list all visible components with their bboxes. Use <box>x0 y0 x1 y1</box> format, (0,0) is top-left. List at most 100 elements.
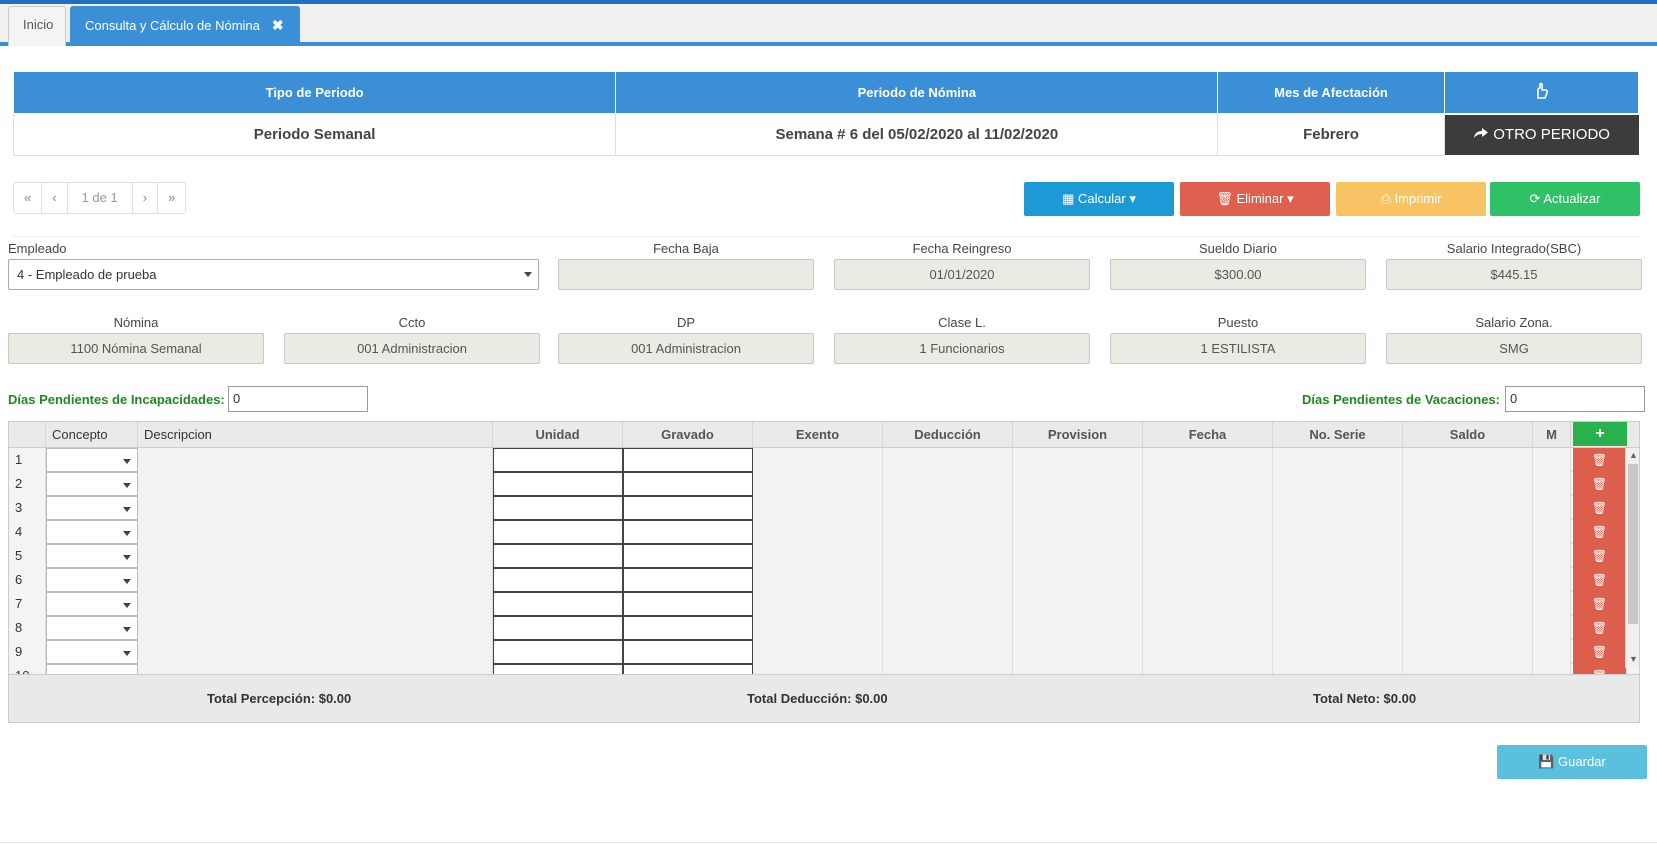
next-page-button[interactable]: › <box>133 183 159 213</box>
refresh-icon: ⟳ <box>1529 191 1541 206</box>
incapacidades-input[interactable]: 0 <box>228 386 368 412</box>
caret-down-icon <box>123 483 131 488</box>
vacaciones-label: Días Pendientes de Vacaciones: <box>1302 392 1500 407</box>
otro-periodo-button[interactable]: OTRO PERIODO <box>1444 114 1639 155</box>
caret-down-icon <box>123 459 131 464</box>
empleado-select[interactable]: 4 - Empleado de prueba <box>8 259 539 290</box>
guardar-button[interactable]: 💾 Guardar <box>1497 745 1647 779</box>
gravado-input[interactable] <box>623 616 753 640</box>
concepto-select[interactable] <box>46 448 138 472</box>
deduccion-cell <box>883 616 1013 640</box>
gravado-input[interactable] <box>623 472 753 496</box>
delete-row-button[interactable]: 🗑 <box>1573 472 1627 496</box>
scroll-thumb[interactable] <box>1628 464 1638 624</box>
delete-row-button[interactable]: 🗑 <box>1573 520 1627 544</box>
first-page-button[interactable]: « <box>14 183 43 213</box>
vacaciones-input[interactable]: 0 <box>1505 386 1645 412</box>
add-row-button[interactable]: + <box>1573 422 1627 446</box>
last-page-button[interactable]: » <box>158 183 185 213</box>
m-cell <box>1533 592 1571 616</box>
delete-row-button[interactable]: 🗑 <box>1573 448 1627 472</box>
unidad-input[interactable] <box>493 616 623 640</box>
gravado-input[interactable] <box>623 640 753 664</box>
row-number: 1 <box>9 448 46 472</box>
unidad-input[interactable] <box>493 520 623 544</box>
otro-periodo-label: OTRO PERIODO <box>1493 125 1610 143</box>
gravado-input[interactable] <box>623 520 753 544</box>
eliminar-button[interactable]: 🗑 Eliminar ▾ <box>1180 182 1330 216</box>
share-icon <box>1474 127 1489 138</box>
saldo-cell <box>1403 520 1533 544</box>
descripcion-cell <box>138 568 493 592</box>
col-exento: Exento <box>753 422 883 448</box>
row-number: 3 <box>9 496 46 520</box>
fecha-cell <box>1143 544 1273 568</box>
caret-down-icon <box>123 579 131 584</box>
imprimir-button[interactable]: ⎙ Imprimir <box>1336 182 1486 216</box>
print-icon: ⎙ <box>1380 191 1391 206</box>
delete-row-button[interactable]: 🗑 <box>1573 544 1627 568</box>
exento-cell <box>753 544 883 568</box>
gravado-input[interactable] <box>623 448 753 472</box>
deduccion-cell <box>883 592 1013 616</box>
close-icon[interactable]: ✖ <box>272 17 284 33</box>
unidad-input[interactable] <box>493 568 623 592</box>
header-mes-afectacion: Mes de Afectación <box>1217 71 1445 114</box>
scroll-up-icon[interactable]: ▲ <box>1629 450 1638 460</box>
tab-consulta-nomina[interactable]: Consulta y Cálculo de Nómina ✖ <box>70 6 300 46</box>
trash-icon: 🗑 <box>1591 573 1608 587</box>
descripcion-cell <box>138 592 493 616</box>
delete-row-button[interactable]: 🗑 <box>1573 616 1627 640</box>
unidad-input[interactable] <box>493 640 623 664</box>
saldo-cell <box>1403 592 1533 616</box>
fecha-cell <box>1143 472 1273 496</box>
no-serie-cell <box>1273 448 1403 472</box>
table-row: 9 🗑 <box>9 640 1639 664</box>
grid-scrollbar[interactable]: ▲ ▼ <box>1625 448 1639 668</box>
trash-icon: 🗑 <box>1591 501 1608 515</box>
fecha-cell <box>1143 640 1273 664</box>
col-unidad: Unidad <box>493 422 623 448</box>
ccto-field: 001 Administracion <box>284 333 540 364</box>
unidad-input[interactable] <box>493 592 623 616</box>
concepto-select[interactable] <box>46 544 138 568</box>
delete-row-button[interactable]: 🗑 <box>1573 592 1627 616</box>
delete-row-button[interactable]: 🗑 <box>1573 640 1627 664</box>
unidad-input[interactable] <box>493 544 623 568</box>
hand-pointer-icon-svg <box>1537 82 1549 99</box>
caret-down-icon: ▾ <box>1287 191 1294 206</box>
delete-row-button[interactable]: 🗑 <box>1573 496 1627 520</box>
tab-inicio[interactable]: Inicio <box>8 6 66 46</box>
mes-afectacion-value: Febrero <box>1217 113 1445 156</box>
fecha-baja-field <box>558 259 814 290</box>
gravado-input[interactable] <box>623 496 753 520</box>
unidad-input[interactable] <box>493 448 623 472</box>
scroll-down-icon[interactable]: ▼ <box>1629 654 1638 664</box>
pager: « ‹ 1 de 1 › » <box>13 182 187 214</box>
provision-cell <box>1013 592 1143 616</box>
no-serie-cell <box>1273 616 1403 640</box>
concepto-select[interactable] <box>46 520 138 544</box>
m-cell <box>1533 472 1571 496</box>
prev-page-button[interactable]: ‹ <box>42 183 68 213</box>
unidad-input[interactable] <box>493 472 623 496</box>
calcular-button[interactable]: ▦ Calcular ▾ <box>1024 182 1174 216</box>
concepto-select[interactable] <box>46 592 138 616</box>
concepto-select[interactable] <box>46 496 138 520</box>
header-tipo-periodo: Tipo de Periodo <box>12 71 617 114</box>
gravado-input[interactable] <box>623 544 753 568</box>
unidad-input[interactable] <box>493 496 623 520</box>
concepto-select[interactable] <box>46 568 138 592</box>
calendar-icon: ▦ <box>1062 191 1075 206</box>
deduccion-cell <box>883 544 1013 568</box>
concepto-select[interactable] <box>46 640 138 664</box>
exento-cell <box>753 616 883 640</box>
concepto-select[interactable] <box>46 616 138 640</box>
col-fecha: Fecha <box>1143 422 1273 448</box>
gravado-input[interactable] <box>623 568 753 592</box>
tab-bar: Inicio Consulta y Cálculo de Nómina ✖ <box>0 4 1657 46</box>
concepto-select[interactable] <box>46 472 138 496</box>
gravado-input[interactable] <box>623 592 753 616</box>
actualizar-button[interactable]: ⟳ Actualizar <box>1490 182 1640 216</box>
delete-row-button[interactable]: 🗑 <box>1573 568 1627 592</box>
